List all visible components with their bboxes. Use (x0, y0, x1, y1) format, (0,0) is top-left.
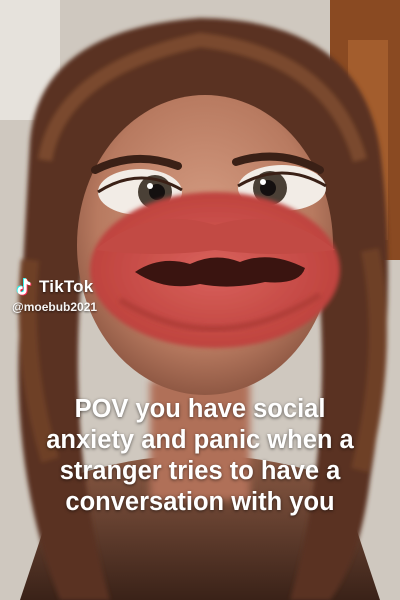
exaggerated-mouth (90, 192, 340, 348)
caption-line: anxiety and panic when a (46, 426, 354, 454)
caption-line: POV you have social (74, 395, 326, 423)
tiktok-brand-label: TikTok (39, 277, 94, 296)
caption-line: conversation with you (65, 488, 335, 516)
tiktok-watermark: TikTok @moebub2021 (12, 276, 97, 314)
meme-caption: POV you have social anxiety and panic wh… (10, 394, 390, 518)
creator-handle: @moebub2021 (12, 300, 98, 314)
caption-line: stranger tries to have a (59, 457, 341, 485)
tiktok-logo-icon (16, 278, 32, 296)
